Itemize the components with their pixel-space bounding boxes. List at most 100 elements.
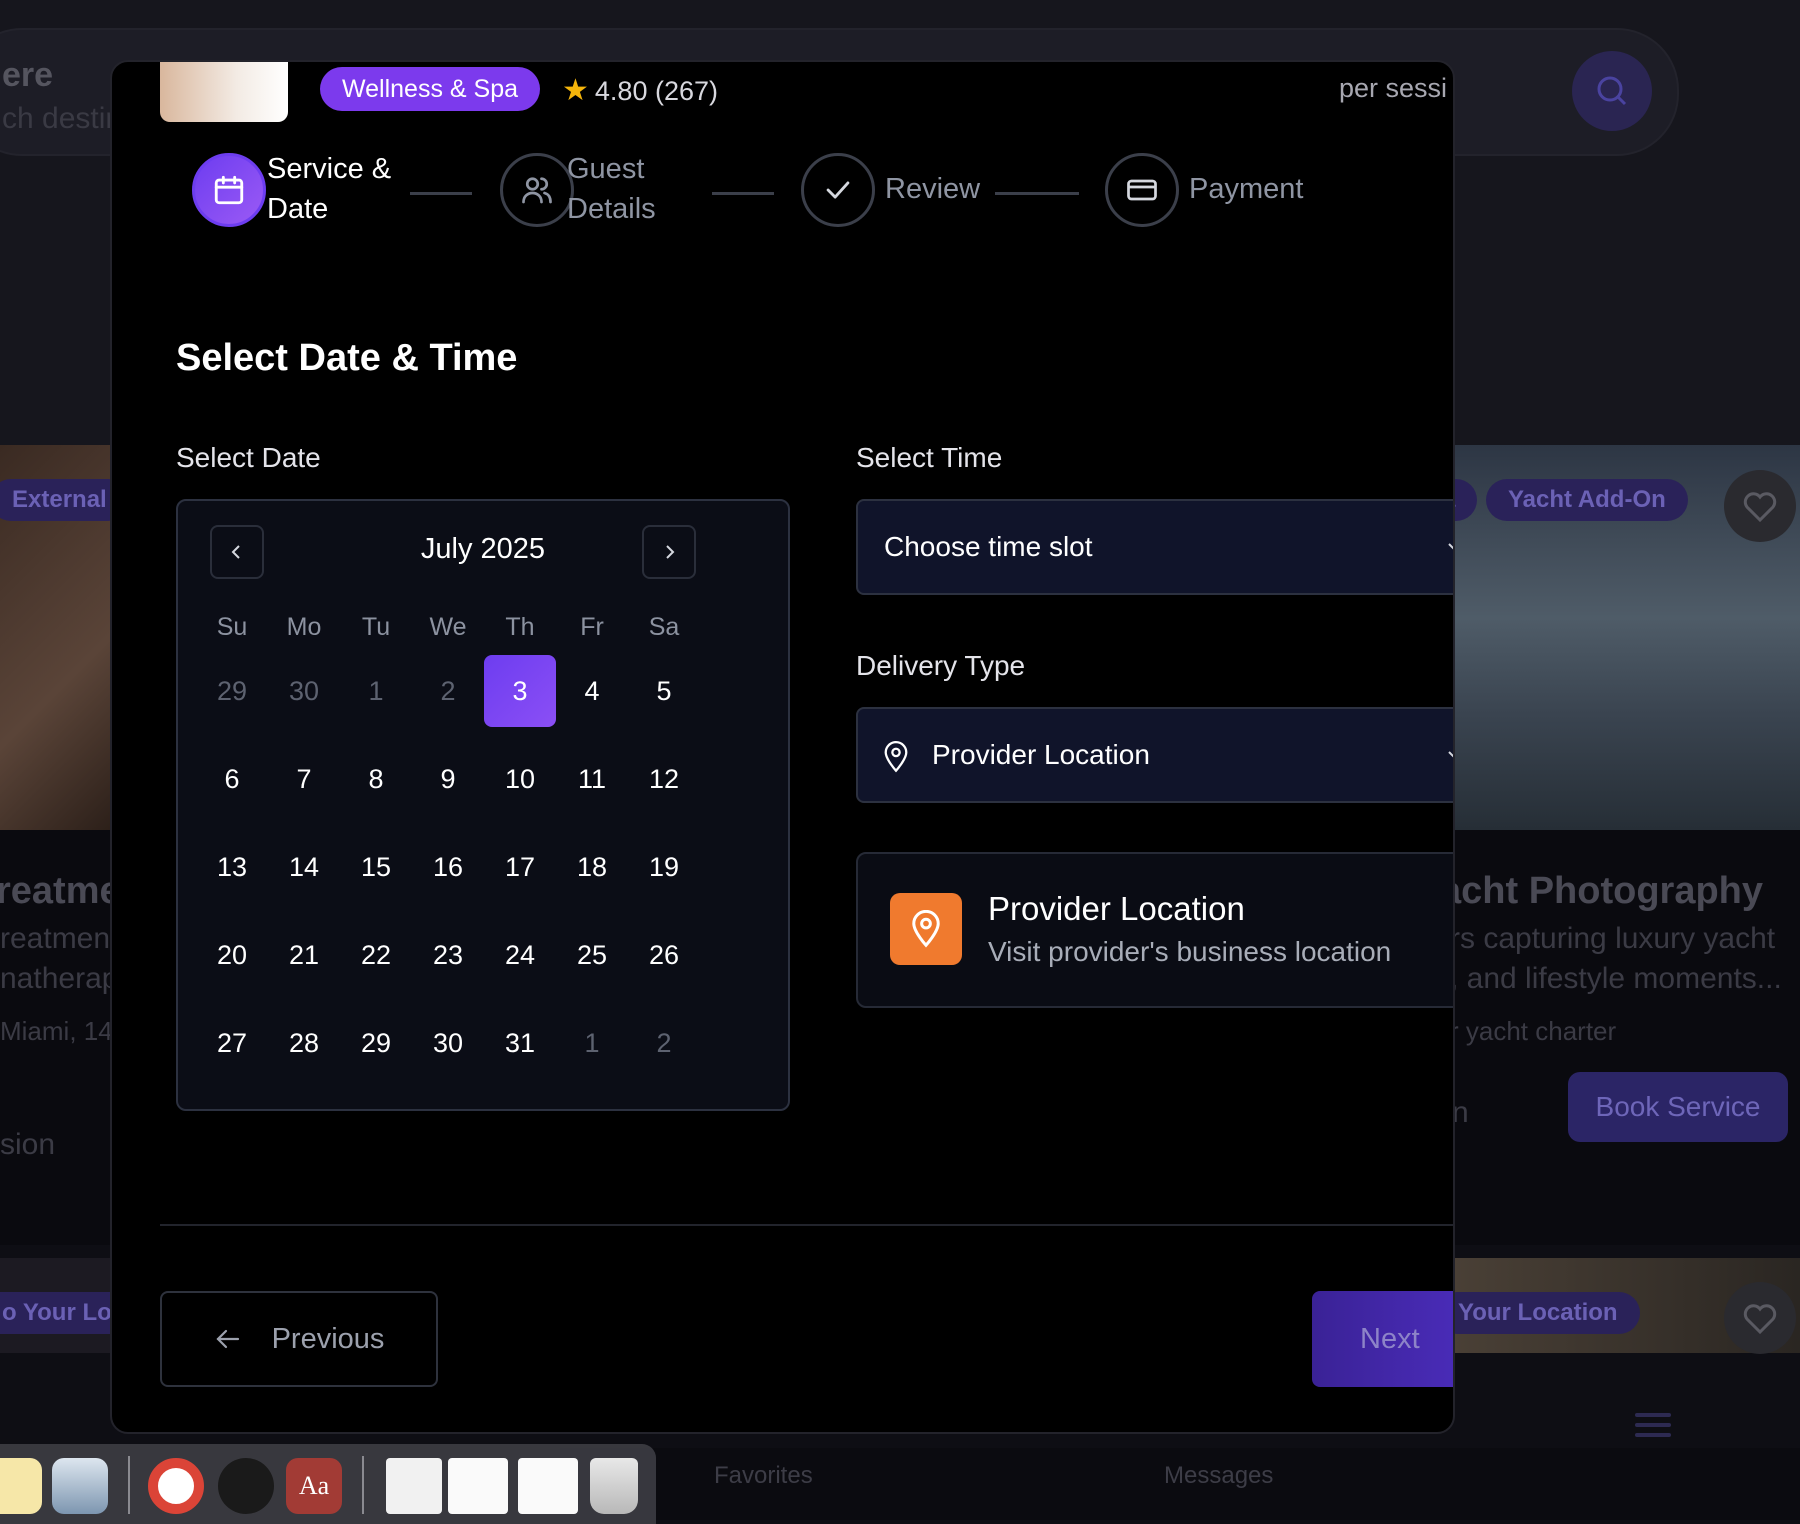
chevron-down-icon [1448,543,1453,550]
weekday-header: Th [505,613,535,641]
calendar-icon [214,175,244,205]
calendar-day[interactable]: 27 [196,1007,268,1079]
calendar-day[interactable]: 19 [628,831,700,903]
background-card-title-left: reatme [0,870,121,912]
calendar-day[interactable]: 11 [556,743,628,815]
background-nav-favorites: Favorites [714,1462,813,1489]
step-review[interactable] [801,153,875,227]
chrome-icon[interactable] [148,1458,204,1514]
preview-icon[interactable] [52,1458,108,1514]
notes-icon[interactable] [0,1458,42,1514]
background-bottom-nav: Favorites Messages [560,1448,1800,1520]
background-card-extra-left: sion [0,1128,56,1161]
step-connector-3 [995,192,1079,195]
step-guest-details[interactable] [500,153,574,227]
app-icon[interactable] [218,1458,274,1514]
rating: ★ 4.80 (267) [562,73,718,108]
calendar-day-selected[interactable]: 3 [484,655,556,727]
calendar-day[interactable]: 1 [556,1007,628,1079]
step-payment[interactable] [1105,153,1179,227]
step-service-date[interactable] [192,153,266,227]
delivery-info-title: Provider Location [988,890,1245,927]
weekday-header: Mo [286,613,322,641]
weekday-header: Tu [361,613,391,641]
section-title: Select Date & Time [176,337,518,379]
weekday-header: Su [216,613,248,641]
delivery-type-value: Provider Location [932,739,1150,770]
step-label-guest-details: Guest Details [567,149,656,229]
calendar-day[interactable]: 29 [340,1007,412,1079]
background-search-subtitle: ch destin [2,102,123,135]
step-connector-1 [410,192,472,195]
calendar-day[interactable]: 26 [628,919,700,991]
calendar-day[interactable]: 8 [340,743,412,815]
dock: Aa [0,1444,656,1524]
step-circle-3 [801,153,875,227]
dock-separator [362,1456,364,1514]
calendar-month: July 2025 [420,533,546,565]
calendar-day[interactable]: 10 [484,743,556,815]
background-menu-icon [1635,1413,1671,1439]
step-circle-2 [500,153,574,227]
weekday-header: We [429,613,467,641]
calendar-day[interactable]: 16 [412,831,484,903]
price-unit: per sessi [1339,73,1448,103]
calendar-day[interactable]: 14 [268,831,340,903]
footer-divider [160,1224,1453,1226]
calendar-day[interactable]: 20 [196,919,268,991]
calendar-day[interactable]: 15 [340,831,412,903]
time-slot-placeholder: Choose time slot [884,531,1093,562]
trash-icon[interactable] [590,1458,638,1514]
chrome-window-thumbnail-icon[interactable] [518,1458,578,1514]
calendar-day[interactable]: 5 [628,655,700,727]
step-circle-1 [192,153,266,227]
calendar-day[interactable]: 29 [196,655,268,727]
calendar-day[interactable]: 31 [484,1007,556,1079]
calendar-day[interactable]: 9 [412,743,484,815]
background-card-note-right: r yacht charter [1450,1016,1617,1046]
step-2-line2: Details [567,193,656,225]
calendar-day[interactable]: 7 [268,743,340,815]
calendar-day[interactable]: 18 [556,831,628,903]
chevron-down-icon [1448,751,1453,758]
background-book-service-button: Book Service [1568,1072,1788,1142]
calendar-day[interactable]: 23 [412,919,484,991]
service-thumbnail [160,62,288,122]
calendar-day[interactable]: 17 [484,831,556,903]
calendar-day[interactable]: 30 [412,1007,484,1079]
background-search-icon [1572,51,1652,131]
card-icon [1127,179,1157,201]
previous-button-label: Previous [271,1322,385,1355]
calendar-day[interactable]: 4 [556,655,628,727]
background-heart-icon-2 [1724,1282,1796,1354]
time-slot-select[interactable]: Choose time slot [856,499,1453,595]
previous-button[interactable]: Previous [160,1291,438,1387]
calendar-day[interactable]: 24 [484,919,556,991]
step-circle-4 [1105,153,1179,227]
calendar-day[interactable]: 13 [196,831,268,903]
calendar-day[interactable]: 1 [340,655,412,727]
calendar-day[interactable]: 21 [268,919,340,991]
calendar-day[interactable]: 28 [268,1007,340,1079]
calendar-day[interactable]: 6 [196,743,268,815]
dictionary-icon[interactable]: Aa [286,1458,342,1514]
map-pin-icon [884,741,908,773]
calendar-day[interactable]: 30 [268,655,340,727]
calendar-day[interactable]: 2 [628,1007,700,1079]
delivery-info-subtitle: Visit provider's business location [988,936,1392,967]
calendar-day[interactable]: 12 [628,743,700,815]
calendar: July 2025 Su Mo Tu We Th Fr Sa 29 30 1 2 3 4 5 6 7 8 9 10 1… [176,499,790,1111]
delivery-info-card: Provider Location Visit provider's busin… [856,852,1453,1008]
next-month-button[interactable] [642,525,696,579]
step-label-service-date: Service & Date [267,149,391,229]
delivery-type-select[interactable]: Provider Location [856,707,1453,803]
step-2-line1: Guest [567,153,645,185]
background-search-title: ere [2,56,54,94]
chrome-window-thumbnail-icon[interactable] [448,1458,508,1514]
text-file-icon[interactable] [386,1458,442,1514]
background-card-line-right-2: , and lifestyle moments... [1450,962,1782,995]
calendar-day[interactable]: 25 [556,919,628,991]
next-button[interactable]: Next [1312,1291,1453,1387]
calendar-day[interactable]: 22 [340,919,412,991]
calendar-day[interactable]: 2 [412,655,484,727]
